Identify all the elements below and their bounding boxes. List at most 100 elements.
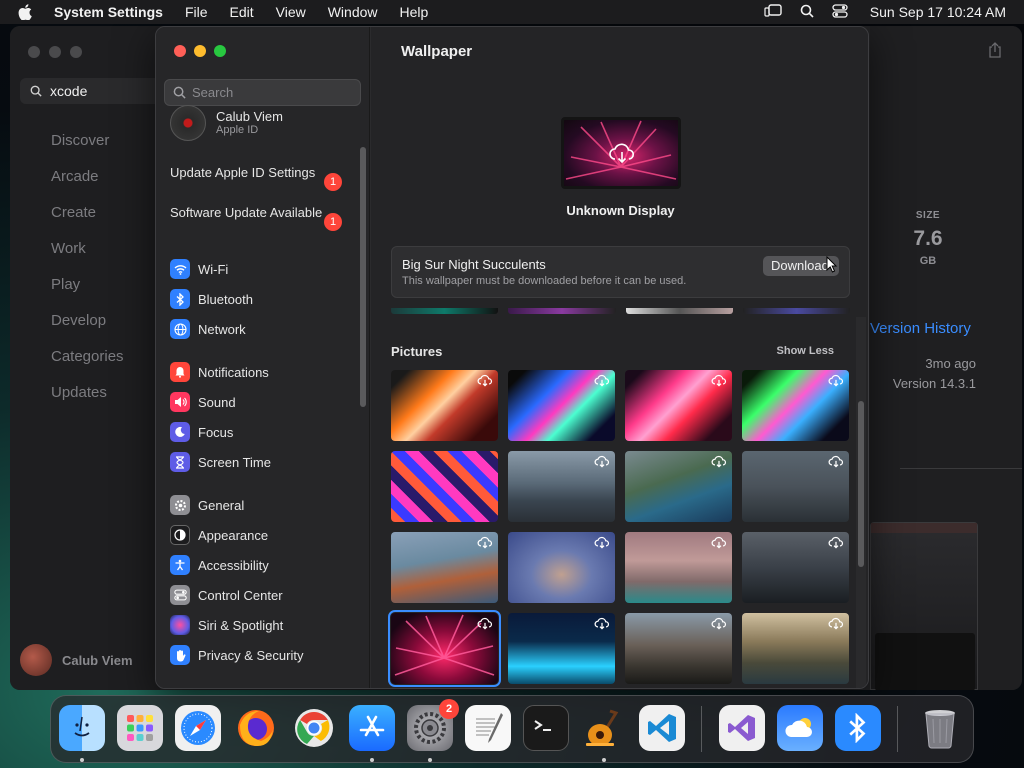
settings-search-input[interactable]: [192, 85, 352, 100]
apple-menu-icon[interactable]: [18, 0, 38, 24]
app-store-nav-categories[interactable]: Categories: [51, 346, 124, 382]
bluetooth-dock-icon[interactable]: [835, 705, 881, 751]
wallpaper-thumbnail-selected[interactable]: [388, 610, 501, 687]
app-store-sidebar: xcode Discover Arcade Create Work Play D…: [10, 26, 160, 690]
wallpaper-pane: Wallpaper Unknown Display Big Sur Night …: [371, 27, 868, 688]
menubar-clock[interactable]: Sun Sep 17 10:24 AM: [870, 4, 1006, 20]
sidebar-item-label: Wi-Fi: [198, 261, 229, 277]
main-scrollbar[interactable]: [858, 401, 864, 567]
menu-help[interactable]: Help: [400, 4, 429, 20]
sidebar-item-accessibility[interactable]: Accessibility: [170, 550, 360, 580]
display-preview[interactable]: [561, 117, 681, 189]
app-store-nav-updates[interactable]: Updates: [51, 382, 124, 418]
zoom-window-button[interactable]: [214, 45, 226, 57]
app-store-search-field[interactable]: xcode: [20, 78, 160, 104]
sidebar-item-control-center[interactable]: Control Center: [170, 580, 360, 610]
wallpaper-thumbnail[interactable]: [625, 532, 732, 603]
menu-file[interactable]: File: [185, 4, 208, 20]
menu-view[interactable]: View: [276, 4, 306, 20]
bell-icon: [170, 362, 190, 382]
app-store-search-value: xcode: [50, 83, 88, 99]
app-store-account[interactable]: Calub Viem: [20, 644, 133, 676]
share-icon[interactable]: [988, 42, 1002, 63]
gear-icon: [170, 495, 190, 515]
wallpaper-thumbnail[interactable]: [508, 532, 615, 603]
app-store-nav-create[interactable]: Create: [51, 202, 124, 238]
wallpaper-thumbnail[interactable]: [742, 532, 849, 603]
sidebar-item-notifications[interactable]: Notifications: [170, 357, 360, 387]
settings-sidebar: Calub Viem Apple ID Update Apple ID Sett…: [156, 27, 370, 688]
menu-app-name[interactable]: System Settings: [54, 4, 163, 20]
sidebar-item-focus[interactable]: Focus: [170, 417, 360, 447]
settings-search-field[interactable]: [164, 79, 361, 106]
sidebar-item-label: General: [198, 497, 245, 513]
cloud-download-icon: [477, 374, 493, 392]
wallpaper-thumbnail[interactable]: [508, 613, 615, 684]
minimize-window-button[interactable]: [194, 45, 206, 57]
previous-section-thumbnails: [391, 308, 850, 314]
control-center-icon[interactable]: [832, 3, 848, 21]
wallpaper-thumbnail[interactable]: [625, 613, 732, 684]
software-update-available-item[interactable]: Software Update Available 1: [170, 205, 342, 231]
wallpaper-thumbnail[interactable]: [625, 370, 732, 441]
sidebar-item-bluetooth[interactable]: Bluetooth: [170, 284, 360, 314]
weather-dock-icon[interactable]: [777, 705, 823, 751]
cloud-download-icon: [828, 536, 844, 554]
app-screenshot-preview[interactable]: [870, 522, 978, 690]
wallpaper-thumbnail[interactable]: [625, 451, 732, 522]
spotlight-search-icon[interactable]: [800, 4, 814, 21]
app-store-nav-develop[interactable]: Develop: [51, 310, 124, 346]
show-less-button[interactable]: Show Less: [777, 345, 834, 357]
vscode-dock-icon[interactable]: [639, 705, 685, 751]
sidebar-item-screen-time[interactable]: Screen Time: [170, 447, 360, 477]
stage-manager-icon[interactable]: [764, 3, 782, 21]
sidebar-item-privacy-security[interactable]: Privacy & Security: [170, 640, 360, 670]
system-settings-dock-icon[interactable]: 2: [407, 699, 459, 751]
chrome-dock-icon[interactable]: [291, 705, 337, 751]
app-store-nav-work[interactable]: Work: [51, 238, 124, 274]
sidebar-item-network[interactable]: Network: [170, 314, 360, 344]
wallpaper-thumbnail[interactable]: [508, 370, 615, 441]
sidebar-item-sound[interactable]: Sound: [170, 387, 360, 417]
app-store-nav-discover[interactable]: Discover: [51, 130, 124, 166]
garageband-dock-icon[interactable]: [581, 705, 627, 751]
sidebar-item-general[interactable]: General: [170, 490, 360, 520]
menu-window[interactable]: Window: [328, 4, 378, 20]
display-name: Unknown Display: [566, 203, 675, 218]
app-store-nav-play[interactable]: Play: [51, 274, 124, 310]
update-apple-id-settings-item[interactable]: Update Apple ID Settings 1: [170, 165, 342, 191]
app-store-nav-arcade[interactable]: Arcade: [51, 166, 124, 202]
finder-dock-icon[interactable]: [59, 705, 105, 751]
safari-dock-icon[interactable]: [175, 705, 221, 751]
notification-badge: 2: [439, 699, 459, 719]
profile-name: Calub Viem: [216, 108, 283, 124]
firefox-dock-icon[interactable]: [233, 705, 279, 751]
wallpaper-thumbnail[interactable]: [391, 451, 498, 522]
app-store-detail: SIZE 7.6 GB Version History 3mo ago Vers…: [870, 26, 1022, 690]
visual-studio-dock-icon[interactable]: [719, 705, 765, 751]
textedit-dock-icon[interactable]: [465, 705, 511, 751]
app-store-user-name: Calub Viem: [62, 652, 133, 668]
close-window-button[interactable]: [174, 45, 186, 57]
launchpad-dock-icon[interactable]: [117, 705, 163, 751]
version-history-link[interactable]: Version History: [870, 320, 971, 337]
sidebar-item-wifi[interactable]: Wi-Fi: [170, 254, 360, 284]
wallpaper-thumbnail[interactable]: [391, 370, 498, 441]
wallpaper-thumbnail[interactable]: [508, 451, 615, 522]
wallpaper-thumbnail[interactable]: [742, 613, 849, 684]
trash-dock-icon[interactable]: [917, 705, 963, 751]
alert-label: Update Apple ID Settings: [170, 165, 316, 180]
app-store-dock-icon[interactable]: [349, 705, 395, 751]
menu-edit[interactable]: Edit: [230, 4, 254, 20]
wallpaper-thumbnail[interactable]: [742, 370, 849, 441]
sidebar-item-label: Network: [198, 321, 246, 337]
terminal-dock-icon[interactable]: [523, 705, 569, 751]
wallpaper-thumbnail[interactable]: [391, 532, 498, 603]
sidebar-item-siri-spotlight[interactable]: Siri & Spotlight: [170, 610, 360, 640]
cloud-download-icon: [594, 536, 610, 554]
wallpaper-thumbnail[interactable]: [742, 451, 849, 522]
apple-id-profile[interactable]: Calub Viem Apple ID: [170, 105, 283, 141]
sidebar-scrollbar[interactable]: [360, 147, 366, 407]
sidebar-item-appearance[interactable]: Appearance: [170, 520, 360, 550]
app-store-window-controls[interactable]: [28, 46, 82, 58]
